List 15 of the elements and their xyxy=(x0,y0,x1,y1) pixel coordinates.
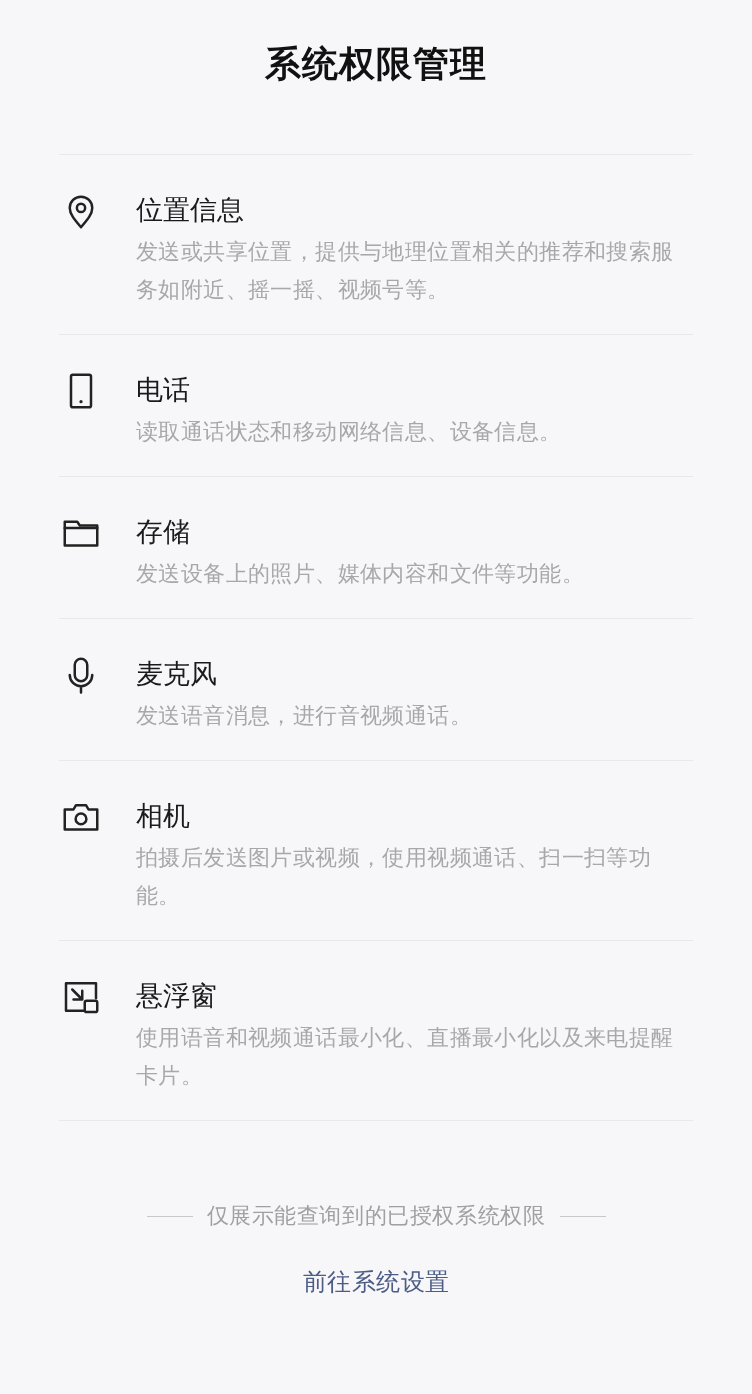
system-settings-link[interactable]: 前往系统设置 xyxy=(302,1268,450,1296)
permission-name: 位置信息 xyxy=(136,193,245,227)
footer-note: 仅展示能查询到的已授权系统权限 xyxy=(206,1202,546,1230)
permission-name: 存储 xyxy=(136,515,191,549)
permission-description: 发送语音消息，进行音视频通话。 xyxy=(136,702,473,730)
permission-name: 电话 xyxy=(136,373,191,407)
page-title: 系统权限管理 xyxy=(265,42,487,86)
permission-name: 相机 xyxy=(136,799,191,833)
permission-description: 读取通话状态和移动网络信息、设备信息。 xyxy=(136,418,563,446)
permission-description: 发送或共享位置，提供与地理位置相关的推荐和搜索服务如附近、摇一摇、视频号等。 xyxy=(136,238,675,304)
permission-description: 使用语音和视频通话最小化、直播最小化以及来电提醒卡片。 xyxy=(136,1024,675,1090)
permission-name: 悬浮窗 xyxy=(136,979,218,1013)
permission-name: 麦克风 xyxy=(136,657,218,691)
permission-description: 发送设备上的照片、媒体内容和文件等功能。 xyxy=(136,560,585,588)
permission-description: 拍摄后发送图片或视频，使用视频通话、扫一扫等功能。 xyxy=(136,844,653,910)
